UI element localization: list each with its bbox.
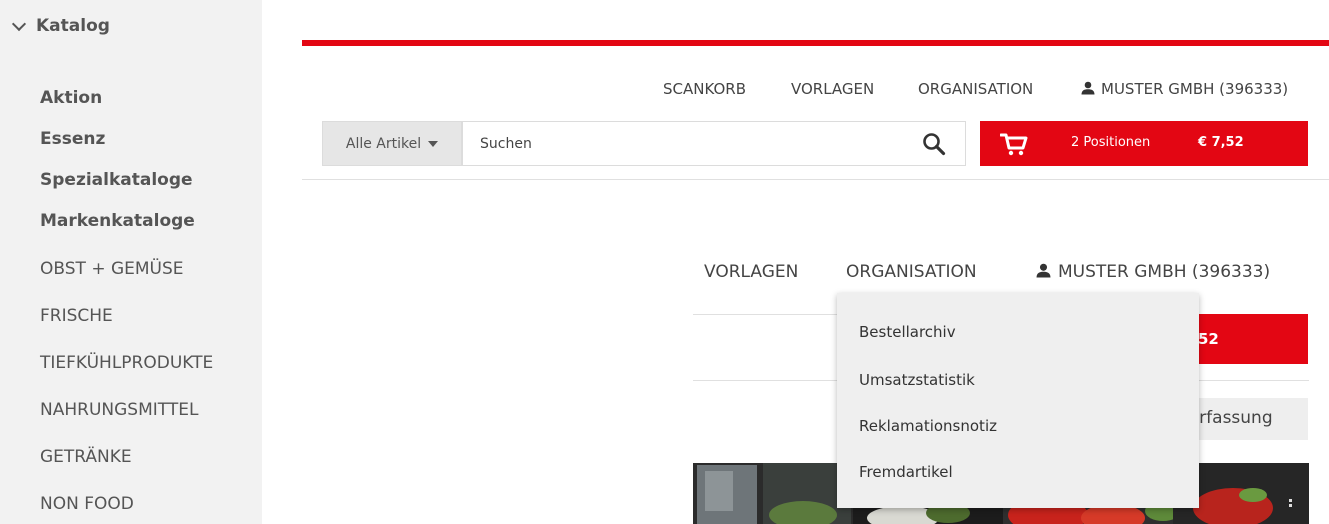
chevron-down-icon[interactable] (11, 16, 27, 32)
sidebar-item-aktion[interactable]: Aktion (40, 88, 102, 108)
cart-icon (1000, 133, 1028, 156)
user-account-label-secondary: MUSTER GMBH (396333) (1058, 262, 1271, 282)
cart-total-fragment: 52 (1198, 330, 1219, 348)
nav-user-account-secondary[interactable]: MUSTER GMBH (396333) (1036, 262, 1270, 282)
caret-down-icon (428, 140, 439, 147)
cart-button[interactable]: 2 Positionen € 7,52 (980, 121, 1308, 166)
menu-item-umsatzstatistik[interactable]: Umsatzstatistik (859, 371, 975, 389)
search-icon[interactable] (922, 132, 946, 156)
nav-scankorb[interactable]: SCANKORB (663, 80, 746, 98)
brand-accent-bar (302, 40, 1329, 46)
user-account-label: MUSTER GMBH (396333) (1101, 80, 1289, 98)
sidebar-item-nahrungsmittel[interactable]: NAHRUNGSMITTEL (40, 400, 198, 420)
nav-user-account[interactable]: MUSTER GMBH (396333) (1081, 80, 1288, 98)
organisation-dropdown-menu: Bestellarchiv Umsatzstatistik Reklamatio… (837, 293, 1199, 508)
menu-item-reklamationsnotiz[interactable]: Reklamationsnotiz (859, 417, 997, 435)
user-icon (1036, 263, 1051, 278)
user-icon (1081, 81, 1095, 95)
search-scope-label: Alle Artikel (345, 135, 422, 152)
sidebar-item-frische[interactable]: FRISCHE (40, 306, 113, 326)
sidebar-item-tiefkuehlprodukte[interactable]: TIEFKÜHLPRODUKTE (40, 353, 213, 373)
nav-vorlagen-secondary[interactable]: VORLAGEN (704, 262, 798, 282)
cart-positions: 2 Positionen (1071, 135, 1151, 150)
sidebar-item-obst-gemuese[interactable]: OBST + GEMÜSE (40, 259, 184, 279)
menu-item-bestellarchiv[interactable]: Bestellarchiv (859, 323, 956, 341)
cart-total: € 7,52 (1198, 135, 1244, 150)
menu-item-fremdartikel[interactable]: Fremdartikel (859, 463, 953, 481)
sidebar-item-getraenke[interactable]: GETRÄNKE (40, 447, 132, 467)
catalog-heading-label: Katalog (36, 16, 110, 36)
search-bar: Alle Artikel (322, 121, 966, 166)
sidebar: Katalog Aktion Essenz Spezialkataloge Ma… (0, 0, 262, 524)
search-input[interactable] (462, 121, 966, 166)
sidebar-item-spezialkataloge[interactable]: Spezialkataloge (40, 170, 193, 190)
nav-organisation[interactable]: ORGANISATION (918, 80, 1033, 98)
catalog-heading[interactable]: Katalog (10, 16, 110, 36)
sidebar-item-non-food[interactable]: NON FOOD (40, 494, 134, 514)
sidebar-item-essenz[interactable]: Essenz (40, 129, 105, 149)
sidebar-item-markenkataloge[interactable]: Markenkataloge (40, 211, 195, 231)
nav-organisation-secondary[interactable]: ORGANISATION (846, 262, 977, 282)
header-divider (302, 179, 1329, 180)
nav-vorlagen[interactable]: VORLAGEN (791, 80, 874, 98)
search-scope-dropdown[interactable]: Alle Artikel (322, 121, 462, 166)
